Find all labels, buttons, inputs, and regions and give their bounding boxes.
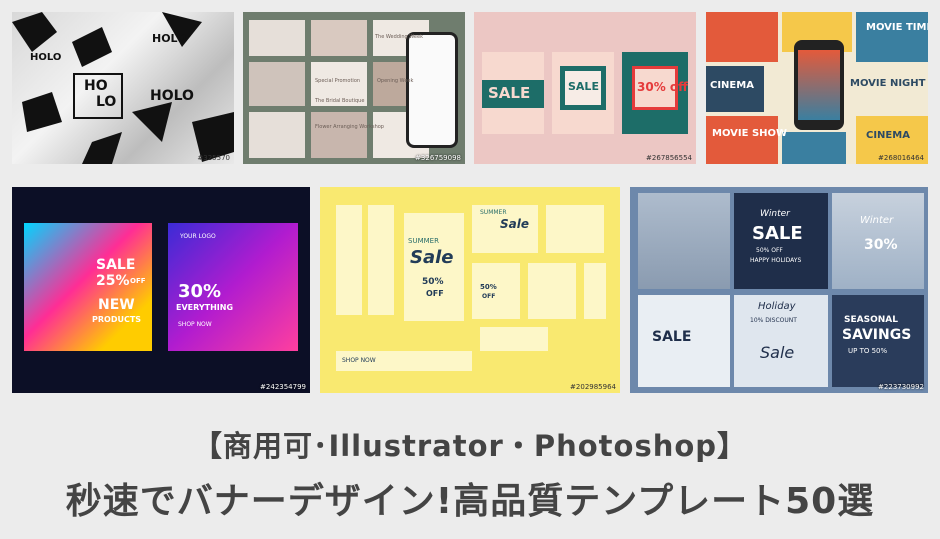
holo-label-4: LO	[96, 94, 117, 110]
sale-card	[552, 52, 614, 134]
cinema-label-5: MOVIE SHOW	[712, 128, 788, 139]
wedding-label-4: Flower Arranging Workshop	[315, 124, 384, 130]
thumbnail-summer[interactable]: SUMMER Sale 50% OFF SUMMER Sale 50% OFF …	[320, 187, 620, 393]
winter-card	[638, 193, 730, 289]
summer-id: #202985964	[570, 383, 616, 391]
neon-label-25: 25%	[96, 273, 130, 289]
thumbnail-neon[interactable]: SALE 25% OFF NEW PRODUCTS YOUR LOGO 30% …	[12, 187, 310, 393]
neon-label-sale: SALE	[96, 257, 136, 273]
summer-label-4: OFF	[426, 289, 444, 298]
cinema-label-1: CINEMA	[710, 80, 754, 91]
neon-card-left	[24, 223, 152, 351]
thumbnail-wedding[interactable]: The Wedding Week Special Promotion The B…	[243, 12, 465, 164]
neon-label-everything: EVERYTHING	[176, 303, 234, 312]
cinema-id: #268016464	[878, 154, 924, 162]
winter-label-3: 50% OFF	[756, 247, 783, 254]
caption-title: 秒速でバナーデザイン!高品質テンプレート50選	[65, 481, 875, 522]
cinema-card	[782, 132, 846, 164]
summer-banner	[528, 263, 576, 319]
summer-label-2: Sale	[410, 247, 454, 268]
thumbnail-winter[interactable]: Winter SALE 50% OFF HAPPY HOLIDAYS Winte…	[630, 187, 928, 393]
sale-pink-label-2: 30% off	[637, 80, 688, 94]
wedding-card	[311, 20, 367, 56]
neon-label-off: OFF	[130, 277, 146, 285]
wedding-card	[311, 112, 367, 158]
summer-label-1: SUMMER	[408, 237, 439, 245]
phone-mockup	[794, 40, 844, 130]
wedding-label-3: The Bridal Boutique	[315, 98, 365, 104]
cinema-card	[706, 12, 778, 62]
winter-label-4: HAPPY HOLIDAYS	[750, 257, 802, 264]
winter-label-1: Winter	[760, 209, 790, 219]
winter-label-2: SALE	[752, 223, 803, 244]
wedding-id: #326759098	[415, 154, 461, 162]
summer-label-9: SHOP NOW	[342, 357, 376, 364]
caption-subtitle: 【商用可･Illustrator・Photoshop】	[192, 429, 748, 463]
winter-label-13: UP TO 50%	[848, 347, 888, 355]
wedding-label-2: Special Promotion	[315, 78, 361, 84]
sale-pink-label-3: SALE	[568, 80, 599, 93]
neon-label-logo: YOUR LOGO	[180, 233, 216, 240]
summer-label-3: 50%	[422, 277, 444, 287]
winter-label-8: Holiday	[758, 301, 796, 312]
summer-banner	[546, 205, 604, 253]
holo-label-1: HOLO	[30, 52, 62, 63]
wedding-card	[249, 20, 305, 56]
winter-label-11: SEASONAL	[844, 315, 898, 325]
winter-label-5: Winter	[860, 215, 894, 226]
wedding-label-1: The Wedding Week	[375, 34, 423, 40]
winter-label-12: SAVINGS	[842, 327, 912, 343]
wedding-card	[249, 62, 305, 106]
winter-label-9: 10% DISCOUNT	[750, 317, 797, 324]
phone-mockup	[406, 32, 458, 148]
neon-label-30: 30%	[178, 281, 222, 302]
summer-label-5: SUMMER	[480, 209, 507, 216]
sale-pink-id: #267856554	[646, 154, 692, 162]
neon-label-new: NEW	[98, 297, 135, 313]
cinema-label-2: MOVIE NIGHT	[850, 78, 926, 89]
sale-pink-label-1: SALE	[488, 84, 531, 102]
winter-label-6: 30%	[864, 237, 898, 253]
holo-label-5: HOLO	[150, 88, 194, 104]
summer-banner	[472, 263, 520, 319]
summer-label-6: Sale	[500, 217, 529, 231]
cinema-card	[706, 116, 778, 164]
holo-label-2: HOLO	[152, 32, 187, 45]
cinema-label-4: CINEMA	[866, 130, 910, 141]
neon-id: #242354799	[260, 383, 306, 391]
cinema-label-3: MOVIE TIME	[866, 22, 928, 33]
neon-label-products: PRODUCTS	[92, 315, 142, 324]
wedding-card	[249, 112, 305, 158]
summer-banner	[480, 327, 548, 351]
summer-label-7: 50%	[480, 283, 497, 291]
thumbnail-cinema[interactable]: CINEMA MOVIE NIGHT MOVIE TIME CINEMA MOV…	[706, 12, 928, 164]
summer-banner	[336, 205, 362, 315]
summer-banner	[368, 205, 394, 315]
holo-label-3: HO	[84, 78, 108, 94]
summer-label-8: OFF	[482, 293, 496, 300]
thumbnail-sale-pink[interactable]: SALE 30% off SALE #267856554	[474, 12, 696, 164]
summer-banner	[584, 263, 606, 319]
neon-label-shop: SHOP NOW	[178, 321, 212, 328]
winter-id: #223730992	[878, 383, 924, 391]
holo-id: #325570	[197, 154, 230, 162]
thumbnail-holo[interactable]: HOLO HOLO HO LO HOLO #325570	[12, 12, 234, 164]
cinema-card	[846, 66, 928, 112]
cinema-card	[856, 12, 928, 62]
winter-label-7: SALE	[652, 329, 692, 345]
holo-pattern	[12, 12, 234, 164]
wedding-label-5: Opening Week	[377, 78, 414, 84]
winter-label-10: Sale	[760, 343, 795, 362]
